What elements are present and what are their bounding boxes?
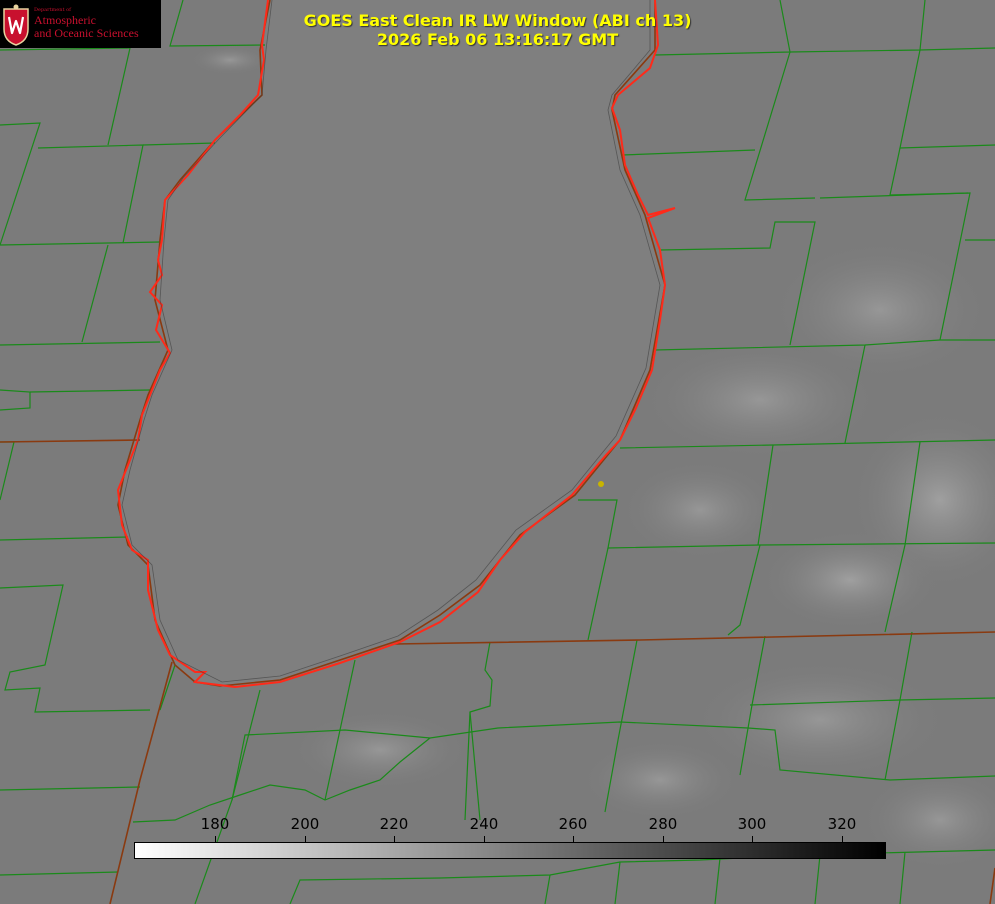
colorbar-tick-label: 240 (469, 815, 499, 833)
station-marker (598, 481, 604, 487)
title-line1: GOES East Clean IR LW Window (ABI ch 13) (303, 11, 692, 30)
logo-line2: and Oceanic Sciences (34, 26, 139, 40)
colorbar-tick-mark (394, 836, 395, 842)
colorbar-tick-mark (663, 836, 664, 842)
aos-logo: Department of Atmospheric and Oceanic Sc… (0, 0, 161, 48)
colorbar-tick-mark (573, 836, 574, 842)
colorbar-tick-label: 280 (648, 815, 678, 833)
colorbar-tick-mark (305, 836, 306, 842)
colorbar-tick-label: 260 (558, 815, 588, 833)
title-timestamp: 2026 Feb 06 13:16:17 GMT (376, 30, 619, 49)
map-canvas (0, 0, 995, 904)
colorbar-tick-mark (752, 836, 753, 842)
colorbar-tick-label: 300 (737, 815, 767, 833)
temperature-colorbar (134, 842, 886, 859)
satellite-map: Department of Atmospheric and Oceanic Sc… (0, 0, 995, 904)
lake-surface (118, 0, 665, 686)
map-title: GOES East Clean IR LW Window (ABI ch 13)… (260, 11, 735, 49)
colorbar-tick-mark (484, 836, 485, 842)
colorbar-tick-mark (215, 836, 216, 842)
uw-seal-icon (3, 4, 29, 46)
colorbar-tick-label: 200 (290, 815, 320, 833)
colorbar-tick-label: 320 (827, 815, 857, 833)
colorbar-tick-mark (842, 836, 843, 842)
colorbar-tick-label: 180 (200, 815, 230, 833)
colorbar-tick-label: 220 (379, 815, 409, 833)
